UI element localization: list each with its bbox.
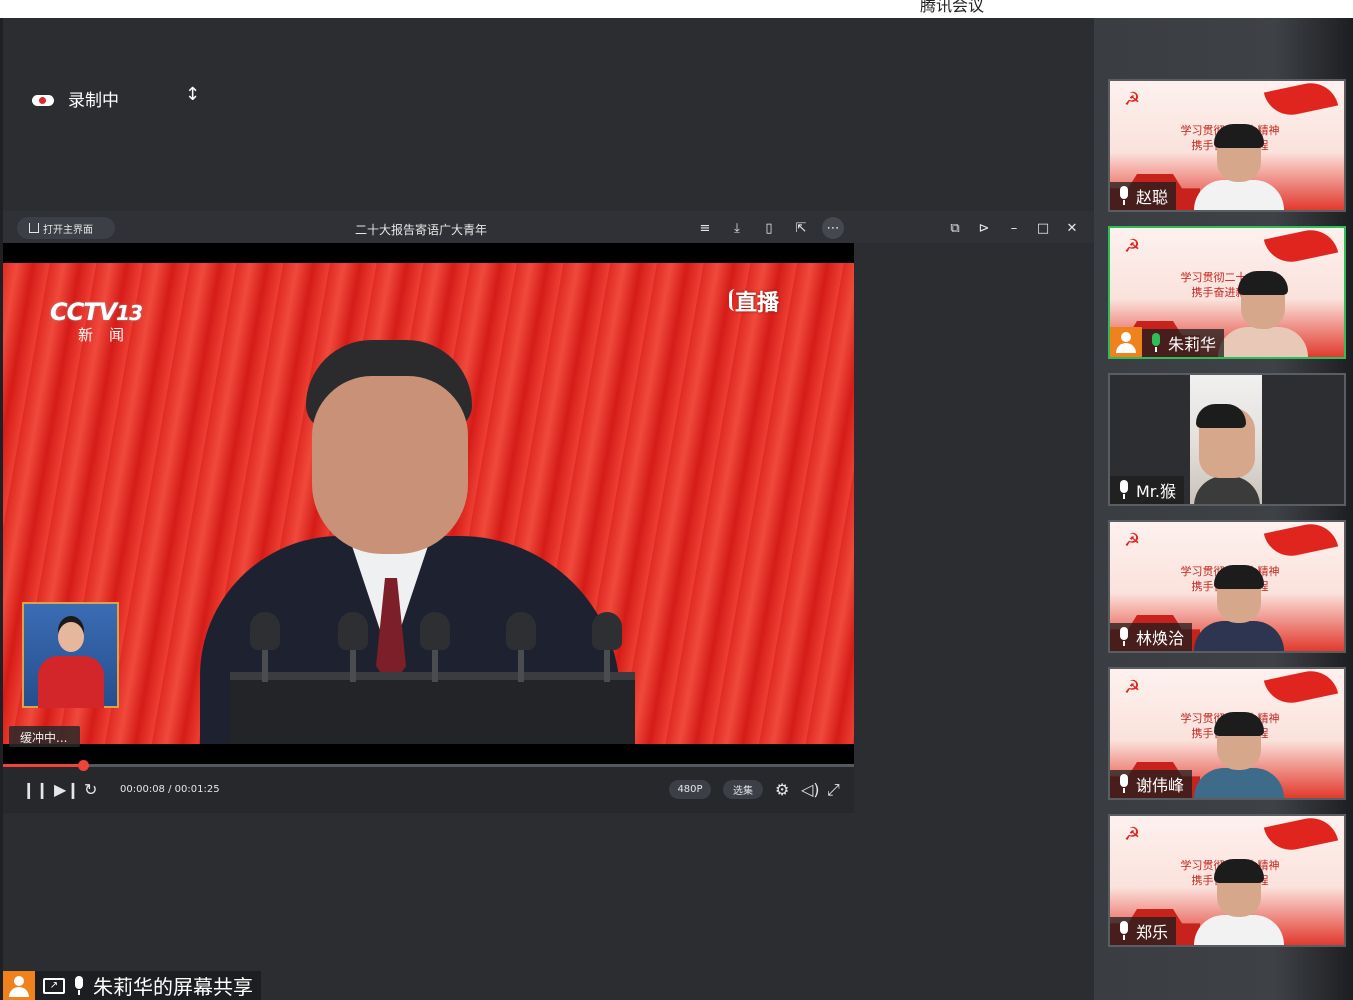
resize-vertical-cursor-icon: ↕ xyxy=(185,84,201,105)
channel-logo: CCTV13 新闻 xyxy=(50,298,143,345)
participant-video xyxy=(1194,859,1284,945)
channel-logo-text: CCTV xyxy=(50,298,117,326)
participant-name-tag: 赵聪 xyxy=(1110,182,1177,210)
party-emblem-icon: ☭ xyxy=(1124,824,1141,845)
party-emblem-icon: ☭ xyxy=(1124,89,1141,110)
participant-video xyxy=(1194,712,1284,798)
picture-in-picture-icon[interactable]: ⧉ xyxy=(945,218,965,238)
progress-bar[interactable] xyxy=(3,760,854,771)
pause-icon[interactable]: ❙❙ xyxy=(22,780,49,799)
more-icon[interactable]: ⋯ xyxy=(822,217,844,239)
party-emblem-icon: ☭ xyxy=(1124,677,1141,698)
participant-name: 赵聪 xyxy=(1136,188,1169,207)
participant-tile[interactable]: ☭ 学习贯彻二十大精神 携手奋进新征程 朱莉华 xyxy=(1108,226,1346,359)
participant-name: 朱莉华 xyxy=(1168,335,1217,354)
microphone-icon xyxy=(506,612,536,682)
microphone-icon[interactable] xyxy=(1118,627,1130,647)
pin-icon[interactable]: ⊳ xyxy=(974,218,994,238)
minimize-icon[interactable]: – xyxy=(1004,218,1024,238)
open-main-interface-button[interactable]: 打开主界面 xyxy=(17,217,115,239)
host-avatar-icon xyxy=(1110,327,1142,357)
playlist-icon[interactable]: ≡ xyxy=(695,218,715,238)
recording-label: 录制中 xyxy=(68,91,119,111)
participant-tile[interactable]: Mr.猴 xyxy=(1108,373,1346,506)
progress-handle[interactable] xyxy=(78,760,89,771)
participant-tile[interactable]: ☭学习贯彻二十大精神携手奋进新征程谢伟峰 xyxy=(1108,667,1346,800)
participant-video xyxy=(1218,271,1308,357)
video-title: 二十大报告寄语广大青年 xyxy=(355,223,488,237)
participant-video xyxy=(1194,565,1284,651)
progress-fill xyxy=(3,764,83,767)
microphone-icon xyxy=(338,612,368,682)
participant-name: 谢伟峰 xyxy=(1136,776,1185,795)
top-bar: 腾讯会议 xyxy=(0,0,1353,18)
screen-share-indicator[interactable]: ↗ 朱莉华的屏幕共享 xyxy=(3,971,261,1000)
participant-name: 林焕洽 xyxy=(1136,629,1185,648)
microphone-icon[interactable] xyxy=(73,975,85,996)
episodes-button[interactable]: 选集 xyxy=(723,780,763,799)
channel-subtitle: 新闻 xyxy=(78,326,141,344)
participant-video xyxy=(1190,375,1262,504)
download-icon[interactable]: ⤓ xyxy=(727,218,747,238)
close-icon[interactable]: ✕ xyxy=(1062,218,1082,238)
participant-video xyxy=(1194,124,1284,210)
maximize-icon[interactable]: □ xyxy=(1033,218,1053,238)
sign-language-interpreter xyxy=(22,602,119,708)
fullscreen-icon[interactable]: ⤢ xyxy=(827,780,840,800)
microphone-icon[interactable] xyxy=(1150,333,1162,353)
share-icon[interactable]: ⇱ xyxy=(791,218,811,238)
volume-icon[interactable]: ◁) xyxy=(801,780,820,799)
host-avatar-icon xyxy=(3,971,35,1000)
microphone-icon xyxy=(250,612,280,682)
playback-time: 00:00:08 / 00:01:25 xyxy=(120,784,220,795)
participant-name-tag: 林焕洽 xyxy=(1110,623,1193,651)
microphone-icon xyxy=(592,612,622,682)
player-titlebar[interactable] xyxy=(3,211,1094,243)
party-emblem-icon: ☭ xyxy=(1124,530,1141,551)
participant-name: Mr.猴 xyxy=(1136,482,1177,501)
home-icon xyxy=(29,223,39,233)
home-button-label: 打开主界面 xyxy=(43,224,93,236)
screen-share-icon: ↗ xyxy=(43,977,65,994)
mobile-icon[interactable]: ▯ xyxy=(759,218,779,238)
participant-name-tag: 谢伟峰 xyxy=(1110,770,1193,798)
participant-name: 郑乐 xyxy=(1136,923,1169,942)
app-title: 腾讯会议 xyxy=(920,0,985,15)
microphone-icon[interactable] xyxy=(1118,480,1130,500)
buffering-status: 缓冲中... xyxy=(9,726,80,747)
participant-name-tag: 郑乐 xyxy=(1110,917,1177,945)
quality-button[interactable]: 480P xyxy=(669,780,711,799)
participant-tile[interactable]: ☭学习贯彻二十大精神携手奋进新征程赵聪 xyxy=(1108,79,1346,212)
screen-share-label: 朱莉华的屏幕共享 xyxy=(93,975,253,999)
loop-icon[interactable]: ↻ xyxy=(84,780,97,799)
participant-tile[interactable]: ☭学习贯彻二十大精神携手奋进新征程郑乐 xyxy=(1108,814,1346,947)
microphone-icon[interactable] xyxy=(1118,774,1130,794)
cloud-record-icon xyxy=(32,92,54,106)
participant-name-tag: 朱莉华 xyxy=(1142,329,1225,357)
next-icon[interactable]: ▶❙ xyxy=(54,780,80,799)
microphone-icon xyxy=(420,612,450,682)
channel-number: 13 xyxy=(116,301,143,325)
party-emblem-icon: ☭ xyxy=(1124,236,1141,257)
microphone-icon[interactable] xyxy=(1118,186,1130,206)
recording-indicator[interactable]: 录制中 xyxy=(32,86,119,111)
live-badge: 直播 xyxy=(728,285,779,317)
microphone-icon[interactable] xyxy=(1118,921,1130,941)
podium xyxy=(230,672,635,744)
participant-tile[interactable]: ☭学习贯彻二十大精神携手奋进新征程林焕洽 xyxy=(1108,520,1346,653)
settings-icon[interactable]: ⚙ xyxy=(775,780,789,799)
participant-name-tag: Mr.猴 xyxy=(1110,476,1185,504)
